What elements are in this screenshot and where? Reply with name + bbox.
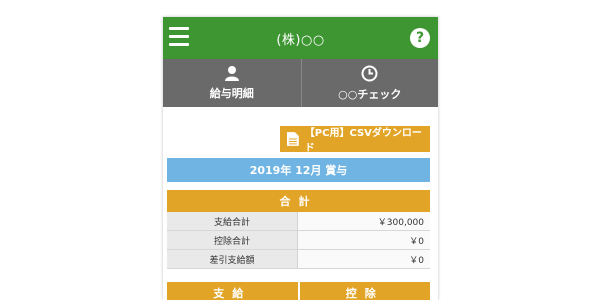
section-headers: 支給 控除 — [167, 282, 430, 300]
hamburger-menu-icon[interactable] — [169, 27, 189, 47]
csv-download-button[interactable]: 【PC用】CSVダウンロード — [280, 126, 430, 154]
tab-check[interactable]: ○○チェック — [300, 59, 438, 107]
summary-row-value: ￥0 — [298, 250, 430, 268]
summary-row: 控除合計 ￥0 — [167, 231, 430, 250]
help-icon[interactable]: ? — [410, 28, 430, 48]
user-icon — [224, 65, 240, 81]
summary-row: 差引支給額 ￥0 — [167, 250, 430, 269]
company-title: (株)○○ — [276, 32, 325, 48]
summary-row: 支給合計 ￥300,000 — [167, 212, 430, 231]
tab-payslip[interactable]: 給与明細 — [163, 59, 301, 107]
total-heading: 合計 — [167, 190, 430, 212]
summary-row-label: 支給合計 — [167, 212, 298, 230]
summary-row-value: ￥0 — [298, 231, 430, 249]
summary-row-label: 控除合計 — [167, 231, 298, 249]
tab-check-label: ○○チェック — [338, 87, 402, 101]
deductions-heading: 控除 — [299, 282, 430, 300]
summary-row-value: ￥300,000 — [298, 212, 430, 230]
document-icon — [286, 132, 299, 146]
tab-payslip-label: 給与明細 — [209, 87, 254, 100]
clock-icon — [361, 65, 378, 82]
csv-download-label: 【PC用】CSVダウンロード — [304, 128, 422, 154]
nav-tabs: 給与明細 ○○チェック — [163, 59, 438, 107]
summary-row-label: 差引支給額 — [167, 250, 298, 268]
phone-screen: (株)○○ ? 給与明細 ○○チェック 【PC用】CSVダウンロード 2019年… — [163, 17, 438, 300]
period-label: 2019年 12月 賞与 — [167, 158, 430, 182]
payments-heading: 支給 — [167, 282, 298, 300]
app-header: (株)○○ ? — [163, 17, 438, 59]
